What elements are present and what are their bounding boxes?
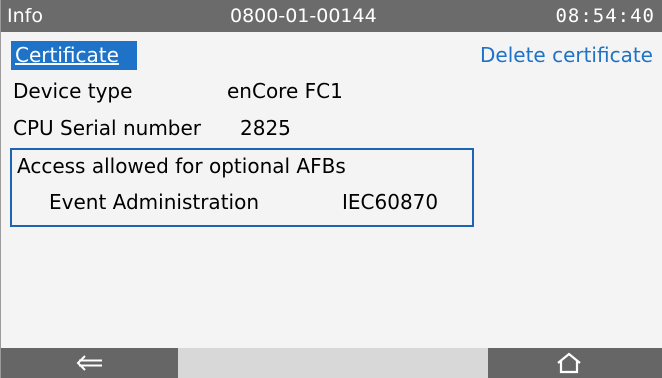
delete-certificate-link[interactable]: Delete certificate <box>480 41 653 69</box>
cpu-serial-label: CPU Serial number <box>13 116 202 140</box>
clock: 08:54:40 <box>555 5 655 27</box>
arrow-left-icon <box>76 355 102 371</box>
device-type-label: Device type <box>13 79 133 103</box>
footer-empty-slot <box>178 348 488 378</box>
content-area: Certificate Delete certificate Device ty… <box>1 32 662 348</box>
device-type-value: enCore FC1 <box>227 79 343 103</box>
screen-title: Info <box>7 5 43 27</box>
afb-access-title: Access allowed for optional AFBs <box>17 154 346 178</box>
afb-access-panel: Access allowed for optional AFBs Event A… <box>10 148 474 227</box>
header-bar: Info 0800-01-00144 08:54:40 <box>1 0 662 32</box>
home-button[interactable] <box>488 348 662 378</box>
afb-code: IEC60870 <box>342 190 439 214</box>
device-serial: 0800-01-00144 <box>230 5 377 27</box>
afb-name: Event Administration <box>49 190 259 214</box>
screen-frame: Info 0800-01-00144 08:54:40 Certificate … <box>0 0 662 378</box>
back-button[interactable] <box>1 348 178 378</box>
footer-bar <box>1 348 662 378</box>
cpu-serial-value: 2825 <box>240 116 291 140</box>
home-icon <box>557 352 581 374</box>
certificate-link[interactable]: Certificate <box>11 41 137 70</box>
